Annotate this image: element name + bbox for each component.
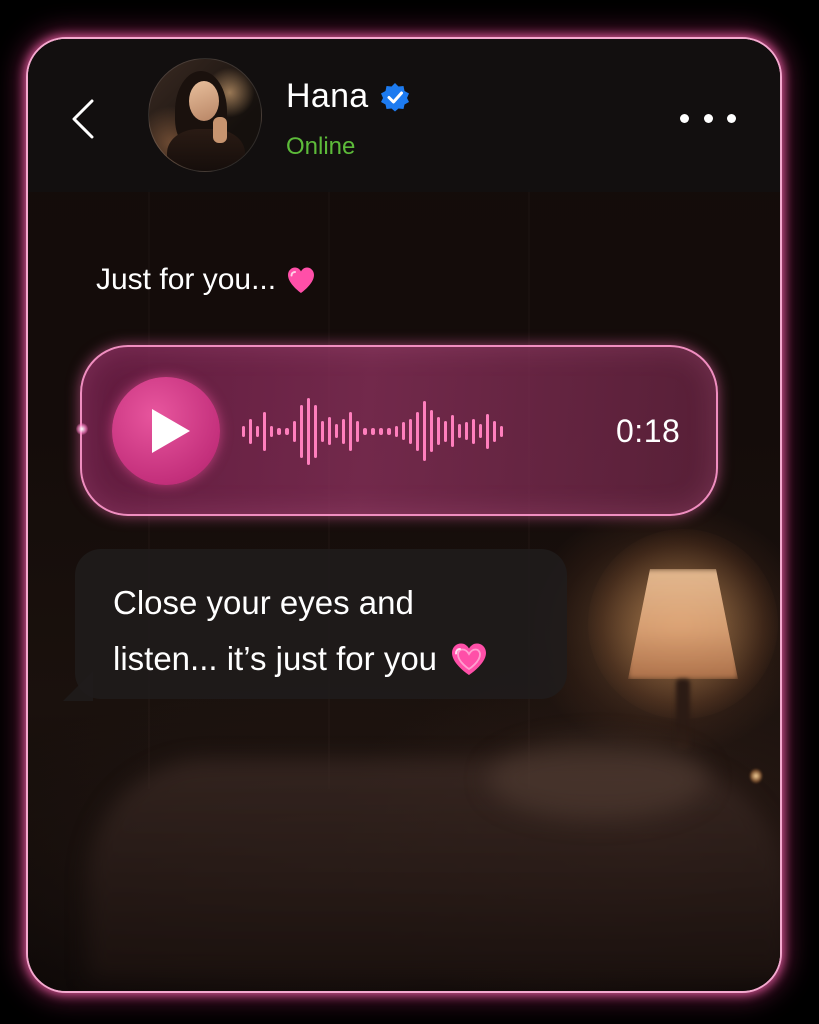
waveform-bar: [349, 411, 352, 451]
online-status: Online: [286, 133, 356, 160]
waveform-bar: [321, 420, 324, 442]
candle-light: [750, 769, 762, 783]
screen: Hana Online Just for you... 0:18 Close y…: [0, 0, 819, 1024]
waveform-bar: [356, 420, 359, 442]
waveform-bar: [500, 425, 503, 437]
waveform-bar: [371, 427, 375, 435]
waveform-bar: [465, 422, 468, 440]
waveform-bar: [395, 425, 398, 437]
heart-icon: [452, 643, 487, 675]
avatar-face: [189, 81, 219, 121]
waveform-bar: [409, 418, 412, 444]
more-options-icon[interactable]: [680, 103, 736, 133]
waveform-bar: [402, 422, 405, 440]
contact-name[interactable]: Hana: [286, 77, 368, 116]
waveform-bar: [263, 411, 266, 451]
avatar-hand: [213, 117, 227, 143]
waveform-bar: [458, 424, 461, 438]
waveform-bar: [423, 401, 426, 461]
waveform-bar: [472, 418, 475, 444]
chat-window: Hana Online Just for you... 0:18 Close y…: [26, 37, 782, 993]
waveform-bar: [379, 427, 383, 435]
play-button[interactable]: [112, 377, 220, 485]
message-line-1: Close your eyes and: [113, 584, 414, 621]
lamp-base: [676, 679, 690, 749]
voice-duration: 0:18: [616, 413, 681, 449]
glow-spark: [76, 423, 88, 435]
waveform-bar: [486, 413, 489, 449]
dot: [680, 113, 689, 123]
waveform-bar: [493, 420, 496, 442]
voice-message-bubble[interactable]: 0:18: [76, 345, 718, 516]
waveform-bar: [307, 397, 310, 465]
waveform-bar: [242, 425, 245, 437]
play-icon: [152, 409, 190, 453]
waveform-bar: [416, 411, 419, 451]
waveform-bar: [270, 425, 273, 437]
chevron-left-icon[interactable]: [68, 97, 102, 141]
heart-icon: [288, 267, 315, 293]
message-line-2-row: listen... it’s just for you: [113, 631, 553, 687]
waveform-bar: [335, 424, 338, 438]
verified-badge-icon: [381, 82, 410, 111]
waveform-bar: [285, 427, 289, 435]
waveform-bar: [387, 427, 391, 435]
message-line-2: listen... it’s just for you: [113, 640, 438, 677]
waveform-bar: [256, 425, 259, 437]
waveform-bar: [479, 424, 482, 438]
waveform-bar: [444, 420, 447, 442]
message-text: Close your eyes and listen... it’s just …: [113, 575, 553, 687]
dot: [727, 113, 736, 123]
text-message-bubble[interactable]: Close your eyes and listen... it’s just …: [75, 549, 567, 699]
chat-header: Hana Online: [28, 39, 780, 192]
waveform-bar: [437, 417, 440, 445]
waveform-bar: [293, 420, 296, 442]
waveform-bar: [328, 417, 331, 445]
waveform-bar: [249, 418, 252, 444]
avatar-body: [167, 129, 245, 171]
audio-waveform[interactable]: [242, 377, 612, 485]
caption-message: Just for you...: [96, 263, 316, 297]
caption-text: Just for you...: [96, 263, 277, 296]
waveform-bar: [314, 404, 317, 458]
waveform-bar: [363, 427, 367, 435]
contact-name-row: Hana: [286, 77, 410, 116]
waveform-bar: [277, 427, 281, 435]
waveform-bar: [451, 415, 454, 447]
waveform-bar: [300, 404, 303, 458]
dot: [703, 113, 713, 123]
waveform-bar: [342, 418, 345, 444]
avatar[interactable]: [148, 58, 262, 172]
pillow: [488, 739, 708, 819]
waveform-bar: [430, 410, 433, 452]
